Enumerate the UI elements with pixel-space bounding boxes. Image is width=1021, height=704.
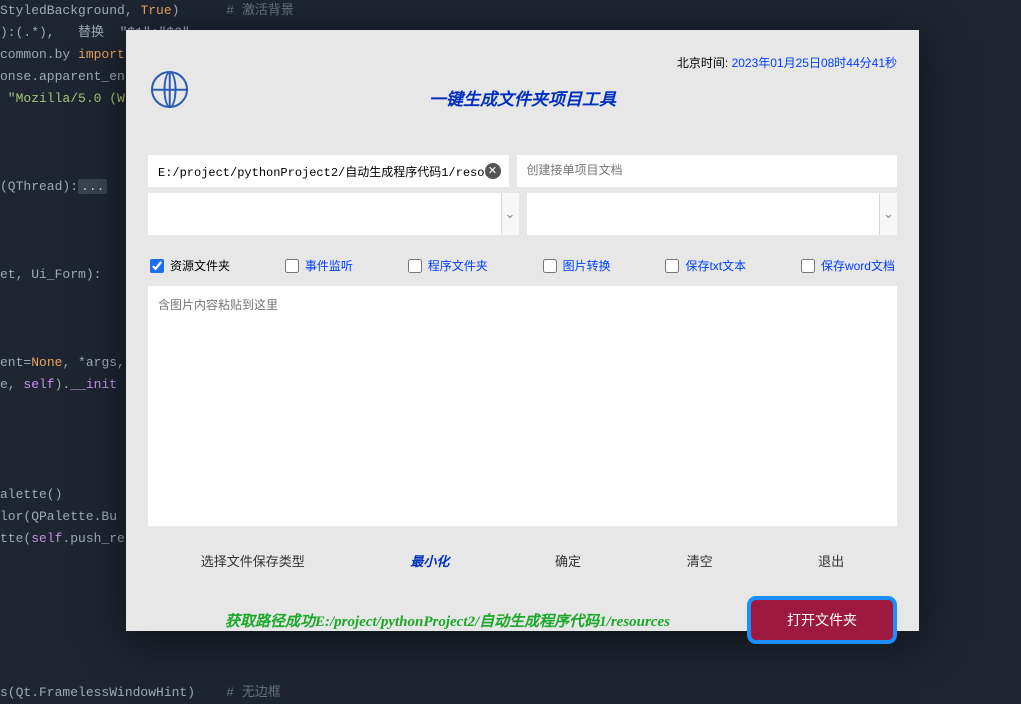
checkbox-row: 资源文件夹 事件监听 程序文件夹 图片转换 保存txt文本 保存word文档 — [126, 257, 919, 274]
buttons-row: 选择文件保存类型 最小化 确定 清空 退出 — [126, 531, 919, 576]
chevron-down-icon[interactable]: ⌄ — [501, 193, 519, 235]
check-label: 程序文件夹 — [428, 257, 488, 274]
check-label: 事件监听 — [305, 257, 353, 274]
check-label: 保存txt文本 — [685, 257, 746, 274]
exit-button[interactable]: 退出 — [810, 545, 852, 576]
check-save-word[interactable]: 保存word文档 — [801, 257, 895, 274]
check-save-txt[interactable]: 保存txt文本 — [665, 257, 746, 274]
clock: 北京时间: 2023年01月25日08时44分41秒 — [677, 54, 897, 71]
dialog-header: 北京时间: 2023年01月25日08时44分41秒 一键生成文件夹项目工具 — [126, 30, 919, 113]
minimize-button[interactable]: 最小化 — [402, 545, 457, 576]
status-row: 获取路径成功E:/project/pythonProject2/自动生成程序代码… — [126, 576, 919, 644]
content-textarea[interactable] — [148, 286, 897, 526]
open-folder-button[interactable]: 打开文件夹 — [747, 596, 897, 644]
checkbox[interactable] — [285, 259, 299, 273]
select-left[interactable]: ⌄ — [148, 193, 519, 235]
check-program-folder[interactable]: 程序文件夹 — [408, 257, 488, 274]
clock-label: 北京时间: — [677, 56, 732, 70]
select-right[interactable]: ⌄ — [527, 193, 898, 235]
check-resource-folder[interactable]: 资源文件夹 — [150, 257, 230, 274]
confirm-button[interactable]: 确定 — [547, 545, 589, 576]
clear-button[interactable]: 清空 — [679, 545, 721, 576]
path-input[interactable] — [148, 155, 509, 187]
checkbox[interactable] — [665, 259, 679, 273]
status-text: 获取路径成功E:/project/pythonProject2/自动生成程序代码… — [148, 610, 747, 631]
save-type-button[interactable]: 选择文件保存类型 — [193, 545, 313, 576]
clock-value: 2023年01月25日08时44分41秒 — [732, 56, 897, 70]
checkbox[interactable] — [801, 259, 815, 273]
dialog-title: 一键生成文件夹项目工具 — [126, 85, 919, 110]
check-label: 图片转换 — [563, 257, 611, 274]
check-event-listener[interactable]: 事件监听 — [285, 257, 353, 274]
chevron-down-icon[interactable]: ⌄ — [879, 193, 897, 235]
checkbox[interactable] — [543, 259, 557, 273]
check-label: 保存word文档 — [821, 257, 895, 274]
inputs-row: ✕ — [126, 155, 919, 187]
selects-row: ⌄ ⌄ — [126, 193, 919, 235]
doc-input[interactable] — [517, 155, 898, 187]
tool-dialog: 北京时间: 2023年01月25日08时44分41秒 一键生成文件夹项目工具 ✕… — [126, 30, 919, 631]
check-label: 资源文件夹 — [170, 257, 230, 274]
checkbox[interactable] — [150, 259, 164, 273]
path-input-wrap: ✕ — [148, 155, 509, 187]
checkbox[interactable] — [408, 259, 422, 273]
clear-path-icon[interactable]: ✕ — [485, 163, 501, 179]
check-image-convert[interactable]: 图片转换 — [543, 257, 611, 274]
